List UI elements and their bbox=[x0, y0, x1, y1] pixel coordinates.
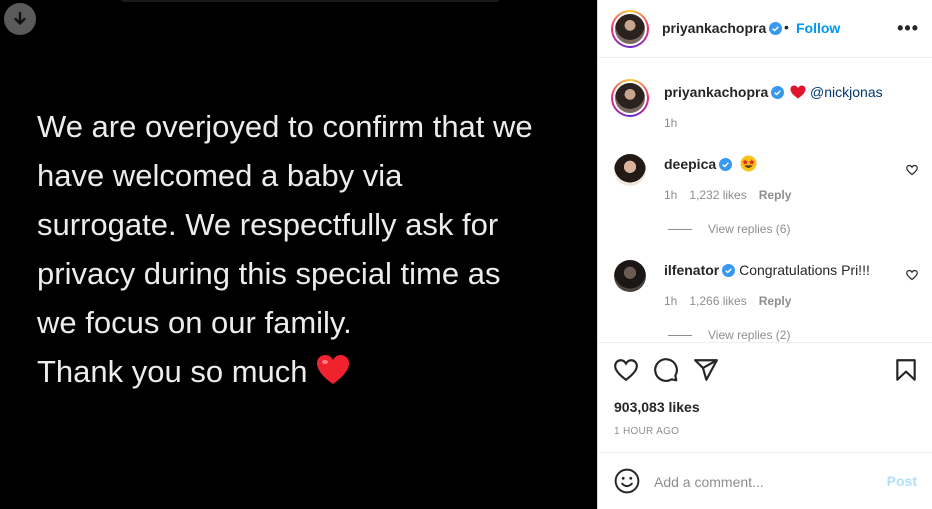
comment-meta: 1h 1,266 likes Reply bbox=[664, 294, 803, 308]
comment-text: deepica bbox=[664, 155, 757, 172]
caption-text: priyankachopra @nickjonas bbox=[664, 84, 883, 100]
red-heart-emoji bbox=[316, 351, 350, 400]
media-top-edge bbox=[120, 0, 500, 2]
verified-badge-icon bbox=[771, 86, 785, 99]
comment-time: 1h bbox=[664, 294, 678, 308]
caption-meta: 1h bbox=[664, 116, 689, 130]
post-text-body: We are overjoyed to confirm that we have… bbox=[37, 109, 533, 389]
view-replies-button[interactable]: View replies (6) bbox=[668, 222, 790, 236]
share-paper-plane-icon[interactable] bbox=[693, 357, 719, 383]
add-comment-input[interactable] bbox=[652, 469, 876, 495]
red-heart-icon bbox=[790, 85, 806, 99]
comment-avatar[interactable] bbox=[614, 154, 646, 186]
likes-count[interactable]: 903,083 likes bbox=[614, 399, 700, 415]
caption-time: 1h bbox=[664, 116, 678, 130]
more-options-button[interactable]: ••• bbox=[897, 18, 919, 39]
header-username[interactable]: priyankachopra bbox=[662, 20, 783, 36]
header-avatar[interactable] bbox=[611, 10, 649, 48]
comment-bubble-icon[interactable] bbox=[653, 357, 679, 383]
comment-text: ilfenator Congratulations Pri!!! bbox=[664, 262, 870, 278]
follow-button[interactable]: Follow bbox=[796, 20, 840, 36]
post-media[interactable]: We are overjoyed to confirm that we have… bbox=[0, 0, 597, 509]
header-separator: • bbox=[784, 19, 789, 35]
verified-badge-icon bbox=[719, 158, 733, 171]
post-image-text: We are overjoyed to confirm that we have… bbox=[37, 102, 582, 400]
post-comment-button[interactable]: Post bbox=[887, 473, 917, 489]
verified-badge-icon bbox=[722, 264, 736, 277]
add-comment-bar: Post bbox=[598, 453, 932, 509]
caption-avatar[interactable] bbox=[611, 79, 649, 117]
verified-badge-icon bbox=[769, 22, 783, 35]
caption-username[interactable]: priyankachopra bbox=[664, 84, 768, 100]
comment-time: 1h bbox=[664, 188, 678, 202]
view-replies-button[interactable]: View replies (2) bbox=[668, 328, 790, 342]
caption-mention-link[interactable]: @nickjonas bbox=[810, 84, 883, 100]
emoji-picker-icon[interactable] bbox=[614, 468, 640, 494]
post-actions: 903,083 likes 1 HOUR AGO bbox=[598, 343, 932, 453]
header-username-text[interactable]: priyankachopra bbox=[662, 20, 766, 36]
post-header: priyankachopra • Follow ••• bbox=[598, 0, 932, 58]
comment-body: Congratulations Pri!!! bbox=[739, 262, 870, 278]
comment-meta: 1h 1,232 likes Reply bbox=[664, 188, 803, 202]
download-arrow-icon bbox=[14, 11, 26, 25]
comment-like-heart-icon[interactable] bbox=[906, 269, 918, 281]
comment-avatar[interactable] bbox=[614, 260, 646, 292]
reply-button[interactable]: Reply bbox=[759, 188, 792, 202]
comment-username[interactable]: ilfenator bbox=[664, 262, 719, 278]
comment-like-heart-icon[interactable] bbox=[906, 164, 918, 176]
comment-likes[interactable]: 1,232 likes bbox=[689, 188, 746, 202]
comment-likes[interactable]: 1,266 likes bbox=[689, 294, 746, 308]
star-struck-emoji-icon bbox=[740, 155, 757, 172]
comments-section[interactable]: priyankachopra @nickjonas 1h deepica 1h 1… bbox=[598, 58, 932, 343]
download-button[interactable] bbox=[4, 3, 36, 35]
reply-button[interactable]: Reply bbox=[759, 294, 792, 308]
post-timestamp: 1 HOUR AGO bbox=[614, 426, 680, 437]
comment-username[interactable]: deepica bbox=[664, 156, 716, 172]
like-heart-icon[interactable] bbox=[613, 357, 639, 383]
avatar-photo bbox=[615, 83, 645, 113]
post-sidebar: priyankachopra • Follow ••• priyankachop… bbox=[597, 0, 932, 509]
avatar-photo bbox=[615, 14, 645, 44]
bookmark-icon[interactable] bbox=[893, 357, 919, 383]
